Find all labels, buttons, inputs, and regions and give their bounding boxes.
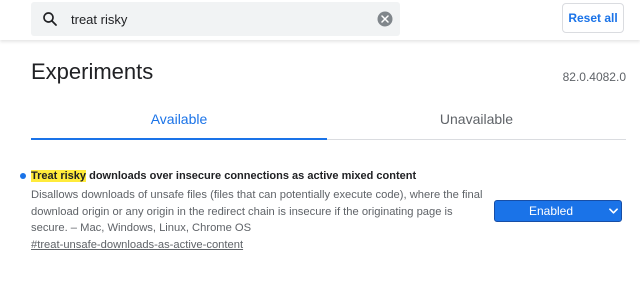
experiment-title: Treat risky downloads over insecure conn… bbox=[31, 170, 416, 182]
reset-all-button[interactable]: Reset all bbox=[562, 3, 624, 33]
experiment-title-rest: downloads over insecure connections as a… bbox=[86, 170, 417, 182]
search-box[interactable] bbox=[31, 2, 400, 36]
chevron-down-icon bbox=[609, 208, 618, 214]
select-value: Enabled bbox=[528, 204, 574, 218]
page-title: Experiments bbox=[31, 59, 154, 84]
experiment-state-select[interactable]: Enabled bbox=[494, 200, 622, 222]
search-icon bbox=[43, 12, 57, 26]
clear-search-icon[interactable] bbox=[376, 10, 394, 28]
tab-available[interactable]: Available bbox=[31, 104, 327, 139]
experiment-description: Disallows downloads of unsafe files (fil… bbox=[31, 189, 483, 234]
modified-indicator-dot bbox=[20, 173, 26, 179]
experiment-permalink[interactable]: #treat-unsafe-downloads-as-active-conten… bbox=[31, 239, 243, 251]
version-label: 82.0.4082.0 bbox=[562, 70, 626, 84]
search-match-highlight: Treat risky bbox=[31, 170, 87, 182]
search-header: Reset all bbox=[0, 0, 640, 40]
tab-bar: Available Unavailable bbox=[31, 104, 626, 141]
tab-unavailable[interactable]: Unavailable bbox=[327, 104, 626, 139]
search-input[interactable] bbox=[71, 9, 361, 29]
active-tab-indicator bbox=[31, 138, 327, 140]
